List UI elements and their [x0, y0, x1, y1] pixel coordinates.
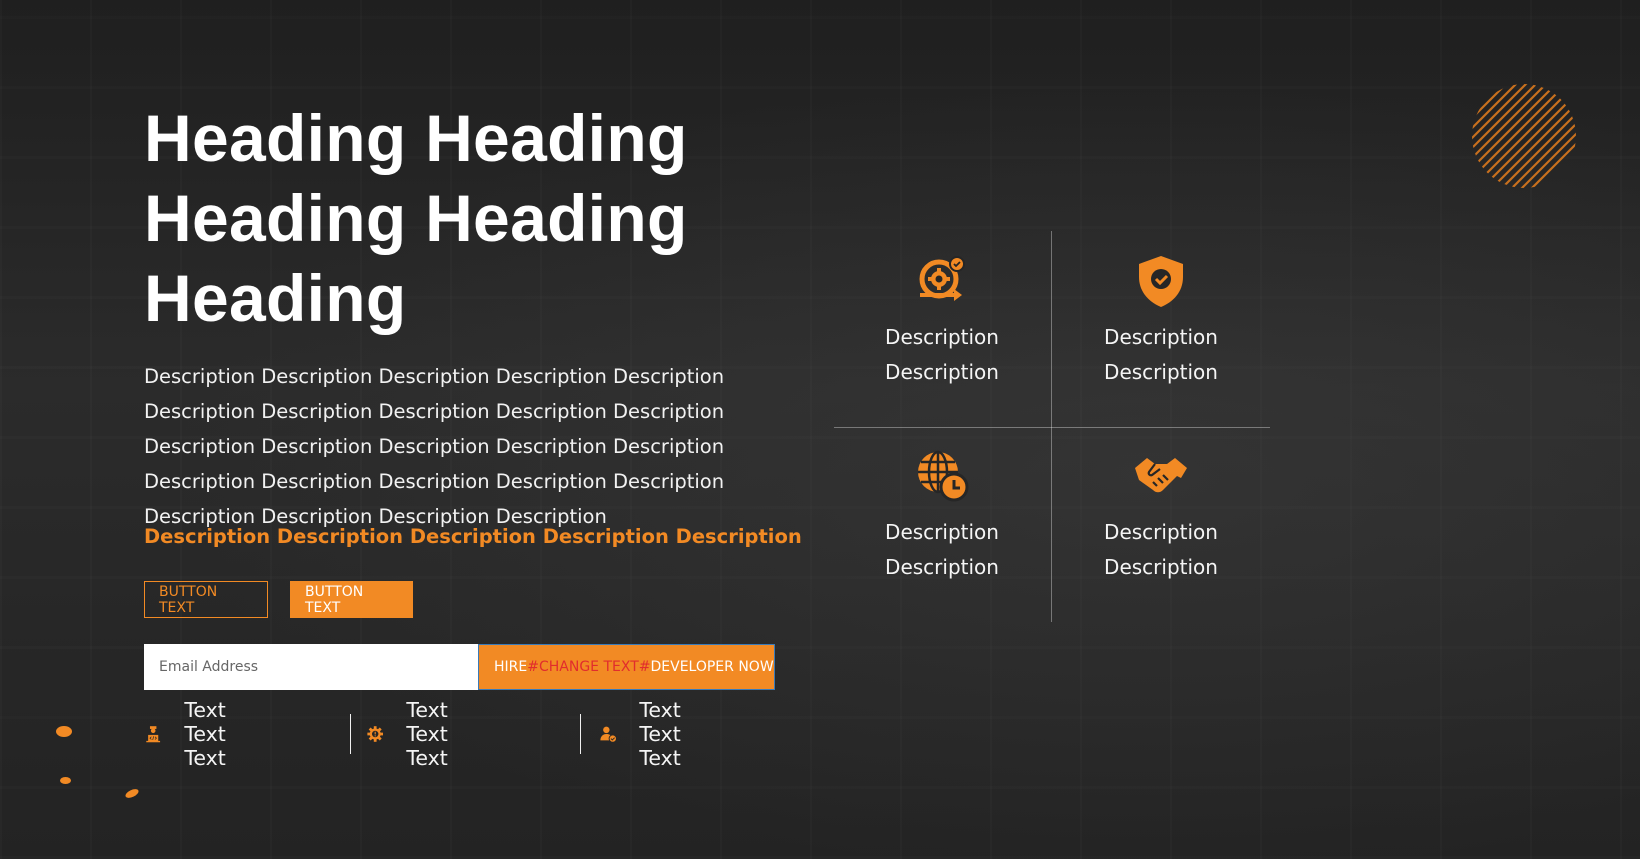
decorative-dot: [60, 777, 71, 784]
handshake-icon: [1135, 458, 1187, 493]
grid-item: Description Description: [1051, 448, 1271, 585]
hire-hash-open: #: [527, 659, 539, 675]
grid-line: Description: [1104, 555, 1218, 579]
feature-label: Text Text Text: [639, 698, 681, 770]
hire-prefix: HIRE: [494, 659, 528, 675]
grid-line: Description: [885, 325, 999, 349]
grid-item-text: Description Description: [1051, 515, 1271, 585]
grid-line: Description: [885, 555, 999, 579]
email-input[interactable]: [144, 644, 478, 690]
feature-item: Text Text Text: [366, 698, 469, 770]
grid-item-text: Description Description: [832, 515, 1052, 585]
shield-check-icon: [1139, 256, 1183, 307]
hero-heading: Heading Heading Heading Heading Heading: [144, 101, 688, 335]
feature-label: Text Text Text: [406, 698, 448, 770]
feature-divider: [580, 714, 581, 754]
grid-line: Description: [1104, 325, 1218, 349]
grid-line: Description: [885, 360, 999, 384]
decorative-dot: [56, 726, 72, 737]
developer-icon: [146, 726, 161, 743]
accent-description: Description Description Description Desc…: [144, 525, 802, 548]
feature-item: Text Text Text: [599, 698, 702, 770]
hire-change-text: CHANGE TEXT: [538, 659, 639, 675]
grid-line: Description: [1104, 360, 1218, 384]
globe-clock-icon: [918, 450, 969, 502]
gear-progress-icon: [919, 256, 965, 301]
filled-button[interactable]: BUTTON TEXT: [290, 581, 413, 618]
grid-item: Description Description: [1051, 253, 1271, 390]
hire-suffix: DEVELOPER NOW: [650, 659, 774, 675]
grid-item-text: Description Description: [832, 320, 1052, 390]
grid-line: Description: [1104, 520, 1218, 544]
striped-circle-decoration: [1472, 84, 1576, 188]
grid-horizontal-divider: [834, 427, 1270, 428]
grid-item: Description Description: [832, 253, 1052, 390]
grid-item-text: Description Description: [1051, 320, 1271, 390]
hire-hash-close: #: [638, 659, 651, 675]
user-check-icon: [600, 726, 617, 743]
hero-description: Description Description Description Desc…: [144, 365, 725, 528]
gear-alert-icon: [367, 726, 383, 742]
feature-divider: [350, 714, 351, 754]
feature-item: Text Text Text: [144, 698, 247, 770]
grid-item: Description Description: [832, 448, 1052, 585]
hire-developer-button[interactable]: HIRE # CHANGE TEXT # DEVELOPER NOW: [478, 644, 775, 690]
feature-label: Text Text Text: [184, 698, 226, 770]
outline-button[interactable]: BUTTON TEXT: [144, 581, 268, 618]
grid-line: Description: [885, 520, 999, 544]
